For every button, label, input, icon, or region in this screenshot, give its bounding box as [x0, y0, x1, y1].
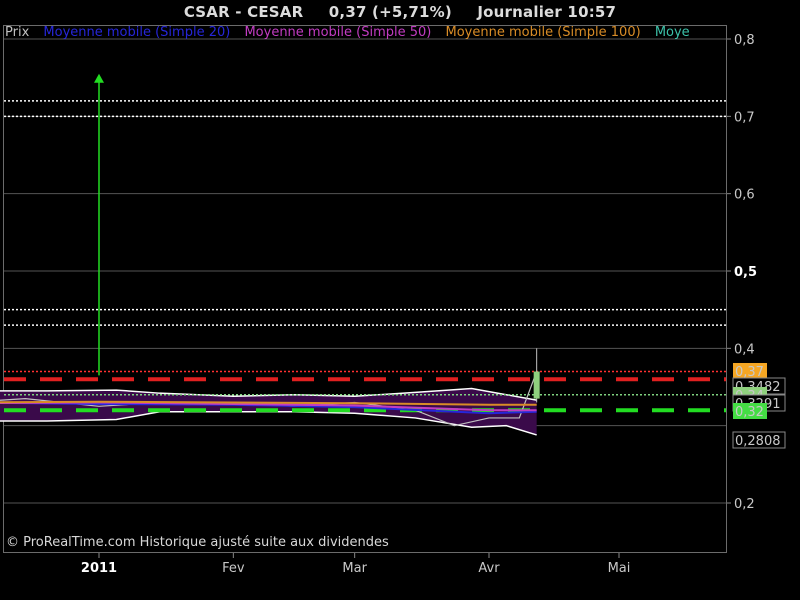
- chart-legend: Prix Moyenne mobile (Simple 20) Moyenne …: [5, 25, 727, 41]
- signal-arrow-head: [94, 73, 104, 83]
- y-tick-label: 0,5: [734, 265, 757, 280]
- y-tick-label: 0,7: [734, 110, 755, 125]
- y-tick-label: 0,8: [734, 33, 755, 48]
- last-candle-body: [533, 371, 540, 399]
- x-tick-label: Mar: [342, 561, 367, 576]
- legend-item-sma50[interactable]: Moyenne mobile (Simple 50): [244, 25, 431, 40]
- y-tick-label: 0,6: [734, 188, 755, 203]
- legend-item-sma100[interactable]: Moyenne mobile (Simple 100): [446, 25, 641, 40]
- price-label-text: 0,2808: [735, 434, 781, 449]
- legend-item-sma20[interactable]: Moyenne mobile (Simple 20): [43, 25, 230, 40]
- copyright-notice: © ProRealTime.com Historique ajusté suit…: [6, 535, 389, 550]
- legend-item-truncated[interactable]: Moye: [655, 25, 690, 40]
- price-label-text: 0,32: [735, 405, 764, 420]
- legend-item-prix[interactable]: Prix: [5, 25, 29, 40]
- chart-svg: 0,80,70,60,50,40,20,370,34820,340,32910,…: [0, 33, 786, 576]
- y-tick-label: 0,2: [734, 497, 755, 512]
- x-tick-label: Avr: [478, 561, 500, 576]
- y-tick-label: 0,4: [734, 342, 755, 357]
- x-tick-label: 2011: [81, 561, 117, 576]
- x-tick-label: Fev: [222, 561, 245, 576]
- x-tick-label: Mai: [608, 561, 631, 576]
